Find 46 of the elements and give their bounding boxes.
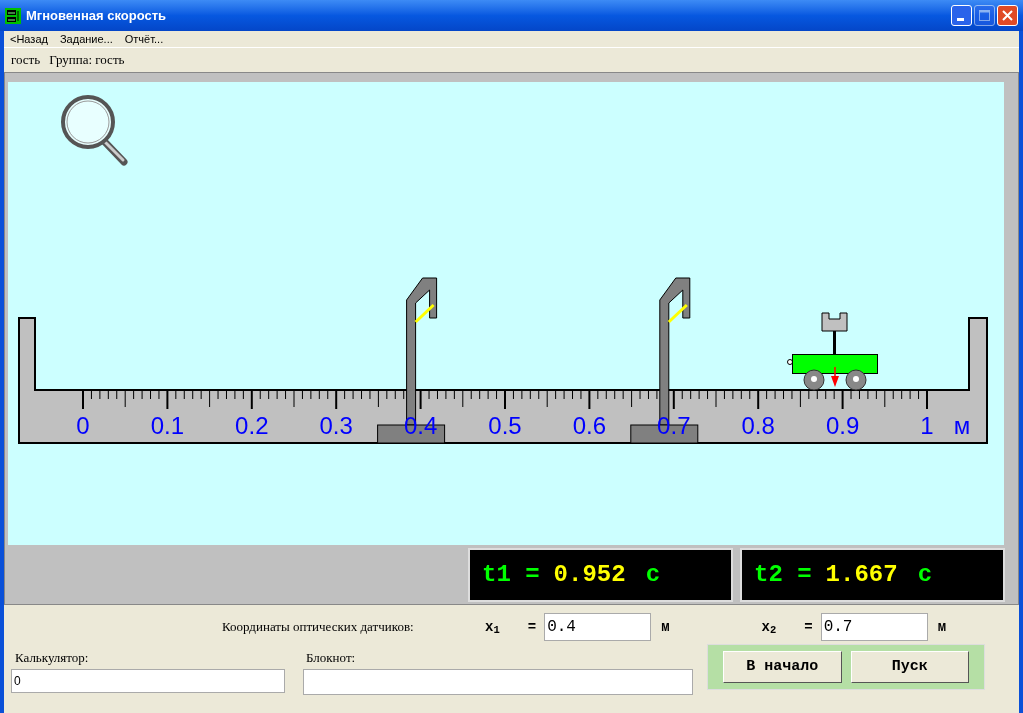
notepad-field[interactable]	[303, 669, 693, 695]
action-button[interactable]: В начало	[723, 651, 842, 683]
calculator-label: Калькулятор:	[15, 649, 90, 666]
scale-label: 0.7	[657, 412, 691, 439]
close-icon	[1001, 9, 1014, 22]
scale-label: 0.4	[403, 412, 438, 439]
action-button[interactable]: Пуск	[850, 651, 969, 683]
unit-label: м	[953, 412, 971, 439]
scale-label: 0	[76, 412, 90, 439]
window-title: Мгновенная скорость	[26, 6, 168, 25]
scale-label: 0.9	[825, 412, 860, 439]
menu-item[interactable]: Отчёт...	[124, 30, 164, 48]
scale-label: 0.1	[150, 412, 185, 439]
scale-label: 0.5	[488, 412, 522, 439]
calculator-field[interactable]: 0	[11, 669, 285, 693]
scale-label: 0.6	[572, 412, 607, 439]
scale-label: 1	[920, 412, 934, 439]
unit-label: м	[661, 617, 670, 637]
timer-unit: с	[917, 560, 933, 590]
coordinate-label: x$_{1}$	[485, 617, 500, 638]
close-button[interactable]	[997, 5, 1018, 26]
app-icon	[5, 7, 21, 24]
sensors-label: Координаты оптических датчиков:	[222, 618, 415, 637]
notepad-label: Блокнот:	[306, 649, 357, 666]
unit-label: м	[937, 617, 947, 637]
maximize-icon	[978, 9, 991, 22]
equals-sign: =	[527, 617, 537, 637]
coordinate-field[interactable]: 0.4	[544, 613, 652, 641]
timer-unit: с	[645, 560, 661, 590]
timer-value: 1.667	[825, 560, 898, 590]
equals-sign: =	[804, 617, 813, 637]
minimize-button[interactable]	[951, 5, 972, 26]
coordinate-label: x$_{2}$	[761, 617, 777, 638]
user-name: гость	[11, 51, 41, 70]
scale-label: 0.3	[319, 412, 353, 439]
scale-label: 0.8	[741, 412, 775, 439]
timer-label: t1 =	[482, 560, 540, 590]
timer-value: 0.952	[553, 560, 626, 590]
scale-label: 0.2	[235, 412, 269, 439]
timer-label: t2 =	[754, 560, 812, 590]
magnifier-icon[interactable]	[61, 95, 128, 166]
minimize-icon	[956, 18, 964, 21]
menu-item[interactable]: <Назад	[10, 30, 48, 48]
coordinate-field[interactable]: 0.7	[820, 613, 928, 641]
menu-item[interactable]: Задание...	[59, 30, 113, 48]
user-group: Группа: гость	[49, 50, 125, 70]
